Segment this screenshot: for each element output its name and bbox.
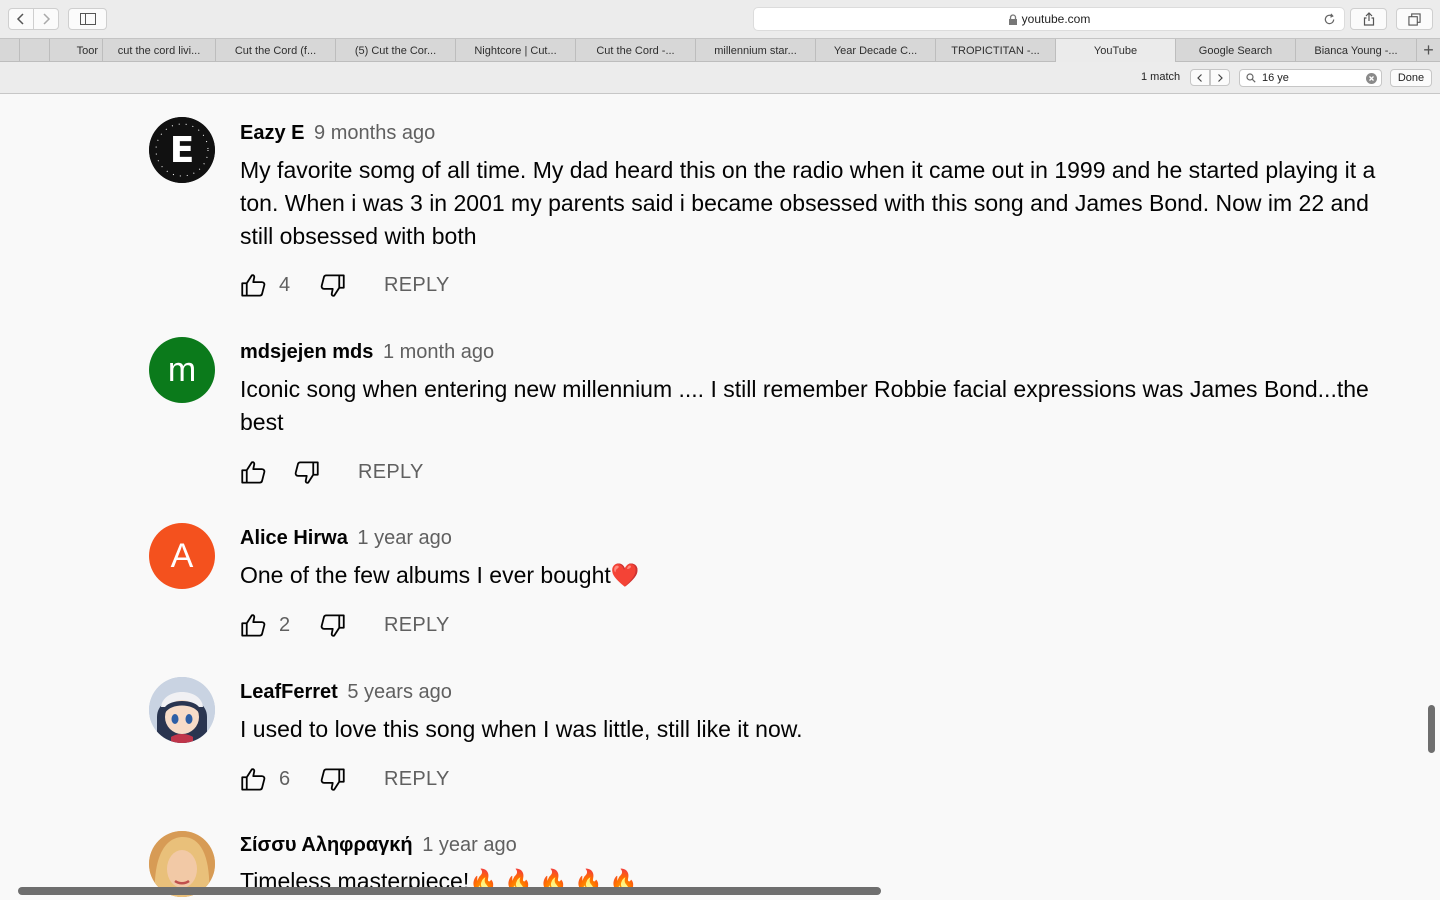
tab-pinned[interactable]	[20, 39, 50, 62]
comment-time[interactable]: 1 year ago	[357, 527, 452, 549]
reload-icon[interactable]	[1323, 13, 1336, 26]
comment-actions: 4 REPLY	[240, 271, 450, 299]
clear-icon[interactable]	[1366, 73, 1377, 84]
tab[interactable]: Toor	[50, 39, 103, 62]
tab-bar: Toor cut the cord livi... Cut the Cord (…	[0, 38, 1440, 62]
like-count: 2	[279, 613, 291, 636]
tab-youtube-active[interactable]: YouTube	[1056, 39, 1176, 62]
horizontal-scrollbar[interactable]	[18, 887, 881, 895]
tab-pinned[interactable]	[0, 39, 20, 62]
comment-text: I used to love this song when I was litt…	[240, 716, 803, 742]
reply-button[interactable]: REPLY	[384, 614, 450, 637]
comment-author[interactable]: Eazy E	[240, 122, 304, 144]
thumbs-up-icon[interactable]	[240, 459, 267, 486]
comment-header: Σίσσυ Αληφραγκή 1 year ago	[240, 832, 517, 858]
comment-time[interactable]: 5 years ago	[347, 681, 452, 703]
chevron-left-icon	[16, 13, 24, 25]
avatar-letter: m	[167, 350, 197, 389]
thumbs-up-icon[interactable]	[240, 612, 267, 639]
tab[interactable]: millennium star...	[696, 39, 816, 62]
avatar[interactable]	[149, 677, 215, 743]
sidebar-toggle-button[interactable]	[68, 8, 107, 30]
tab[interactable]: Google Search	[1176, 39, 1296, 62]
comment-text: Iconic song when entering new millennium…	[240, 376, 1369, 435]
comment-text: My favorite somg of all time. My dad hea…	[240, 157, 1376, 249]
tab[interactable]: cut the cord livi...	[103, 39, 216, 62]
avatar[interactable]: A	[149, 523, 215, 589]
avatar[interactable]: m	[149, 337, 215, 403]
new-tab-button[interactable]: +	[1417, 39, 1440, 62]
reply-button[interactable]: REPLY	[384, 768, 450, 791]
search-icon	[1246, 73, 1256, 83]
tab[interactable]: Cut the Cord (f...	[216, 39, 336, 62]
tabs-overview-icon	[1408, 12, 1421, 26]
thumbs-down-icon[interactable]	[319, 766, 346, 793]
svg-text:E: E	[170, 130, 195, 171]
comment-header: Alice Hirwa 1 year ago	[240, 525, 452, 551]
vertical-scrollbar[interactable]	[1428, 705, 1435, 753]
tab[interactable]: Year Decade C...	[816, 39, 936, 62]
find-next-button[interactable]	[1210, 69, 1230, 86]
browser-toolbar: youtube.com	[0, 0, 1440, 38]
thumbs-up-icon[interactable]	[240, 272, 267, 299]
comment-header: Eazy E 9 months ago	[240, 120, 435, 146]
thumbs-down-icon[interactable]	[319, 272, 346, 299]
find-previous-button[interactable]	[1190, 69, 1210, 86]
chevron-right-icon	[1218, 73, 1223, 82]
comment-actions: 2 REPLY	[240, 611, 450, 639]
tab[interactable]: Cut the Cord -...	[576, 39, 696, 62]
share-button[interactable]	[1350, 8, 1387, 30]
share-icon	[1363, 12, 1374, 26]
address-bar[interactable]: youtube.com	[753, 7, 1345, 31]
find-input[interactable]: 16 ye	[1239, 69, 1382, 87]
find-bar: 1 match 16 ye Done	[0, 62, 1440, 94]
lock-icon	[1008, 13, 1017, 25]
comment-author[interactable]: mdsjejen mds	[240, 341, 373, 363]
url-text: youtube.com	[1021, 12, 1091, 26]
forward-button[interactable]	[33, 8, 59, 30]
comment-author[interactable]: LeafFerret	[240, 681, 338, 703]
comment-text-body: One of the few albums I ever bought	[240, 562, 611, 588]
author-logo-icon: E	[149, 117, 215, 183]
sidebar-icon	[79, 13, 96, 25]
anime-avatar-icon	[149, 677, 215, 743]
show-tabs-button[interactable]	[1396, 8, 1433, 30]
avatar-letter: A	[170, 536, 194, 575]
comment-author[interactable]: Alice Hirwa	[240, 527, 348, 549]
comment-time[interactable]: 9 months ago	[314, 122, 435, 144]
like-count: 4	[279, 273, 291, 296]
avatar[interactable]: E	[149, 117, 215, 183]
comment-time[interactable]: 1 month ago	[383, 341, 494, 363]
tab[interactable]: Bianca Young -...	[1296, 39, 1417, 62]
tab[interactable]: Nightcore | Cut...	[456, 39, 576, 62]
tab[interactable]: TROPICTITAN -...	[936, 39, 1056, 62]
chevron-left-icon	[1197, 73, 1202, 82]
like-count: 6	[279, 767, 291, 790]
reply-button[interactable]: REPLY	[358, 461, 424, 484]
chevron-right-icon	[43, 13, 51, 25]
comment-actions: 6 REPLY	[240, 765, 450, 793]
heart-emoji: ❤️	[610, 562, 640, 588]
comment-header: LeafFerret 5 years ago	[240, 679, 452, 705]
comment-actions: REPLY	[240, 458, 424, 486]
thumbs-down-icon[interactable]	[293, 459, 320, 486]
find-match-count: 1 match	[1141, 71, 1181, 83]
find-done-button[interactable]: Done	[1390, 69, 1432, 87]
back-button[interactable]	[8, 8, 34, 30]
comment-header: mdsjejen mds 1 month ago	[240, 339, 494, 365]
comments-section: E Eazy E 9 months ago My favorite somg o…	[0, 95, 1440, 900]
tab[interactable]: (5) Cut the Cor...	[336, 39, 456, 62]
comment-author[interactable]: Σίσσυ Αληφραγκή	[240, 834, 413, 856]
thumbs-up-icon[interactable]	[240, 766, 267, 793]
find-query: 16 ye	[1262, 72, 1289, 84]
comment-text: One of the few albums I ever bought❤️	[240, 559, 1380, 592]
comment-time[interactable]: 1 year ago	[422, 834, 517, 856]
thumbs-down-icon[interactable]	[319, 612, 346, 639]
reply-button[interactable]: REPLY	[384, 274, 450, 297]
